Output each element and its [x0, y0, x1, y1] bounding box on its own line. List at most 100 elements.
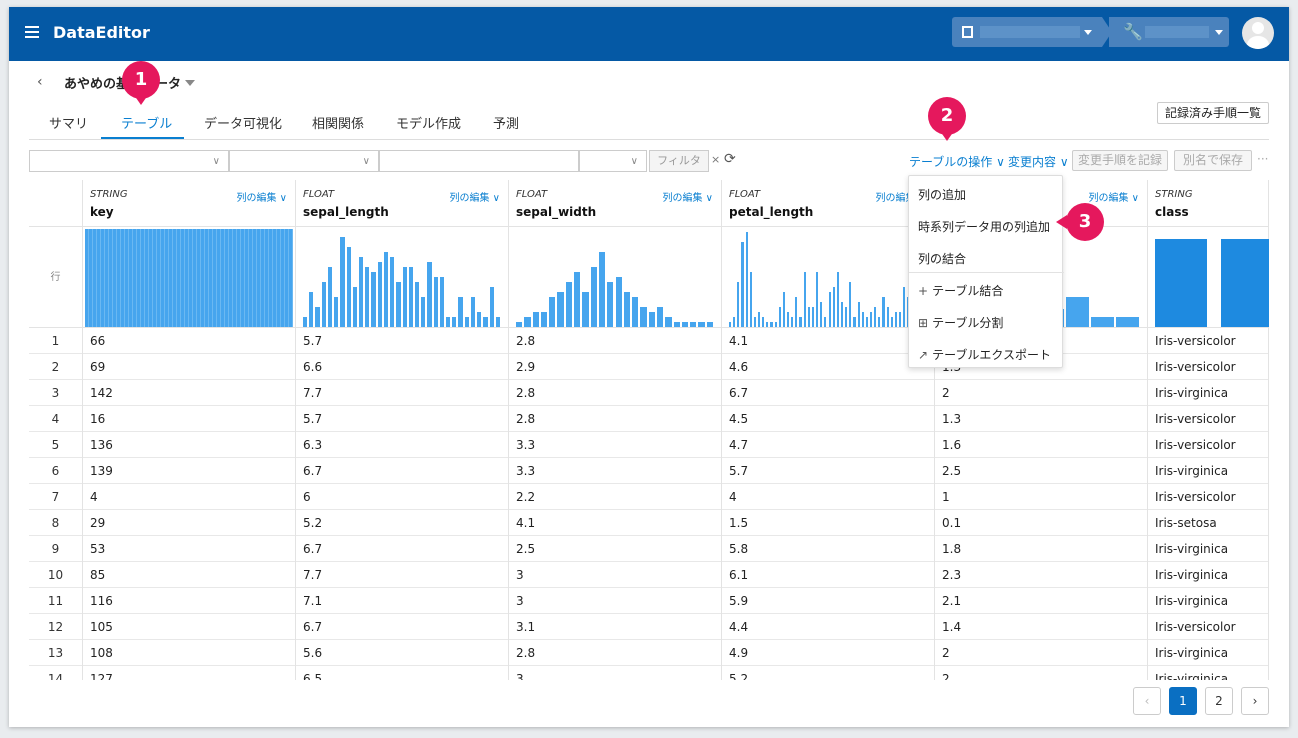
clear-filter-icon[interactable]: × — [711, 153, 720, 166]
table-row[interactable]: 4 16 5.7 2.8 4.5 1.3 Iris-versicolor — [29, 406, 1269, 432]
filter-column-select[interactable]: ∨ — [29, 150, 229, 172]
table-cell[interactable]: 6.7 — [296, 458, 509, 484]
edit-column-button[interactable]: 列の編集 ∨ — [663, 189, 714, 204]
table-cell[interactable]: 5.8 — [722, 536, 935, 562]
table-cell[interactable]: 4 — [83, 484, 296, 510]
table-cell[interactable]: 1 — [935, 484, 1148, 510]
table-cell[interactable]: Iris-virginica — [1148, 588, 1269, 614]
record-steps-button[interactable]: 変更手順を記録 — [1072, 150, 1168, 171]
table-cell[interactable]: 4.9 — [722, 640, 935, 666]
user-avatar[interactable] — [1242, 17, 1274, 49]
table-cell[interactable]: Iris-virginica — [1148, 666, 1269, 680]
table-cell[interactable]: 66 — [83, 328, 296, 354]
table-cell[interactable]: Iris-versicolor — [1148, 406, 1269, 432]
table-cell[interactable]: 69 — [83, 354, 296, 380]
table-cell[interactable]: 5.9 — [722, 588, 935, 614]
table-cell[interactable]: Iris-virginica — [1148, 458, 1269, 484]
table-row[interactable]: 10 85 7.7 3 6.1 2.3 Iris-virginica — [29, 562, 1269, 588]
organization-selector[interactable] — [952, 17, 1102, 47]
recorded-steps-button[interactable]: 記録済み手順一覧 — [1157, 102, 1269, 124]
table-cell[interactable]: 3.3 — [509, 458, 722, 484]
tab-summary[interactable]: サマリ — [49, 113, 88, 132]
table-cell[interactable]: 4 — [722, 484, 935, 510]
table-cell[interactable]: 2.5 — [935, 458, 1148, 484]
table-cell[interactable]: 4.7 — [722, 432, 935, 458]
table-cell[interactable]: 6.3 — [296, 432, 509, 458]
title-dropdown-icon[interactable] — [185, 80, 195, 86]
table-cell[interactable]: 6.6 — [296, 354, 509, 380]
tab-visualization[interactable]: データ可視化 — [204, 113, 282, 132]
table-cell[interactable]: 7.7 — [296, 562, 509, 588]
filter-button[interactable]: フィルタ — [649, 150, 709, 172]
table-cell[interactable]: 2.1 — [935, 588, 1148, 614]
table-cell[interactable]: 2.2 — [509, 484, 722, 510]
hamburger-menu-icon[interactable] — [25, 26, 39, 38]
table-cell[interactable]: 5.7 — [296, 328, 509, 354]
back-button[interactable]: ‹ — [37, 74, 43, 90]
table-cell[interactable]: 4.1 — [509, 510, 722, 536]
tab-correlation[interactable]: 相関関係 — [312, 113, 364, 132]
table-cell[interactable]: 7.7 — [296, 380, 509, 406]
table-cell[interactable]: 108 — [83, 640, 296, 666]
dropdown-item-0[interactable]: 列の追加 — [918, 186, 966, 203]
table-cell[interactable]: Iris-virginica — [1148, 380, 1269, 406]
table-cell[interactable]: 5.7 — [722, 458, 935, 484]
table-cell[interactable]: 3 — [509, 666, 722, 680]
table-cell[interactable]: Iris-versicolor — [1148, 328, 1269, 354]
table-cell[interactable]: 142 — [83, 380, 296, 406]
table-cell[interactable]: 136 — [83, 432, 296, 458]
pagination-page-2[interactable]: 2 — [1205, 687, 1233, 715]
table-cell[interactable]: Iris-setosa — [1148, 510, 1269, 536]
table-cell[interactable]: 0.1 — [935, 510, 1148, 536]
table-row[interactable]: 6 139 6.7 3.3 5.7 2.5 Iris-virginica — [29, 458, 1269, 484]
table-cell[interactable]: 2.8 — [509, 406, 722, 432]
table-cell[interactable]: 2.3 — [935, 562, 1148, 588]
table-cell[interactable]: 2 — [935, 380, 1148, 406]
table-cell[interactable]: 4.1 — [722, 328, 935, 354]
table-cell[interactable]: 2.8 — [509, 380, 722, 406]
pagination-prev-button[interactable]: ‹ — [1133, 687, 1161, 715]
table-row[interactable]: 2696.62.94.61.3Iris-versicolor — [29, 354, 1269, 380]
table-row[interactable]: 8 29 5.2 4.1 1.5 0.1 Iris-setosa — [29, 510, 1269, 536]
table-row[interactable]: 5 136 6.3 3.3 4.7 1.6 Iris-versicolor — [29, 432, 1269, 458]
table-cell[interactable]: Iris-virginica — [1148, 562, 1269, 588]
pagination-next-button[interactable]: › — [1241, 687, 1269, 715]
save-as-button[interactable]: 別名で保存 — [1174, 150, 1252, 171]
tab-model[interactable]: モデル作成 — [396, 113, 461, 132]
table-row[interactable]: 9 53 6.7 2.5 5.8 1.8 Iris-virginica — [29, 536, 1269, 562]
table-cell[interactable]: Iris-versicolor — [1148, 354, 1269, 380]
table-cell[interactable]: 105 — [83, 614, 296, 640]
dropdown-item-4[interactable]: ⊞ テーブル分割 — [918, 314, 1003, 331]
table-cell[interactable]: 6.7 — [296, 614, 509, 640]
table-row[interactable]: 11 116 7.1 3 5.9 2.1 Iris-virginica — [29, 588, 1269, 614]
table-row[interactable]: 1 66 5.7 2.8 4.1 Iris-versicolor — [29, 328, 1269, 354]
table-cell[interactable]: 2.8 — [509, 640, 722, 666]
table-cell[interactable]: 4.6 — [722, 354, 935, 380]
table-cell[interactable]: 4.5 — [722, 406, 935, 432]
table-cell[interactable]: 1.4 — [935, 614, 1148, 640]
table-cell[interactable]: 116 — [83, 588, 296, 614]
table-row[interactable]: 12 105 6.7 3.1 4.4 1.4 Iris-versicolor — [29, 614, 1269, 640]
dropdown-item-5[interactable]: ↗ テーブルエクスポート — [918, 346, 1051, 363]
table-cell[interactable]: 2.5 — [509, 536, 722, 562]
table-cell[interactable]: 7.1 — [296, 588, 509, 614]
table-cell[interactable]: 127 — [83, 666, 296, 680]
table-row[interactable]: 13 108 5.6 2.8 4.9 2 Iris-virginica — [29, 640, 1269, 666]
table-cell[interactable]: 2 — [935, 666, 1148, 680]
more-icon[interactable]: ··· — [1257, 152, 1268, 166]
filter-mode-select[interactable]: ∨ — [579, 150, 647, 172]
table-cell[interactable]: 5.2 — [722, 666, 935, 680]
table-cell[interactable]: Iris-versicolor — [1148, 432, 1269, 458]
table-cell[interactable]: 5.6 — [296, 640, 509, 666]
dropdown-item-1[interactable]: 時系列データ用の列追加 — [918, 218, 1050, 235]
table-cell[interactable]: 3.1 — [509, 614, 722, 640]
dropdown-item-2[interactable]: 列の結合 — [918, 250, 966, 267]
table-cell[interactable]: 1.5 — [722, 510, 935, 536]
table-cell[interactable]: 1.8 — [935, 536, 1148, 562]
table-cell[interactable]: 53 — [83, 536, 296, 562]
edit-column-button[interactable]: 列の編集 ∨ — [450, 189, 501, 204]
table-cell[interactable]: Iris-virginica — [1148, 536, 1269, 562]
table-cell[interactable]: 6.5 — [296, 666, 509, 680]
table-cell[interactable]: 2.9 — [509, 354, 722, 380]
edit-column-button[interactable]: 列の編集 ∨ — [237, 189, 288, 204]
